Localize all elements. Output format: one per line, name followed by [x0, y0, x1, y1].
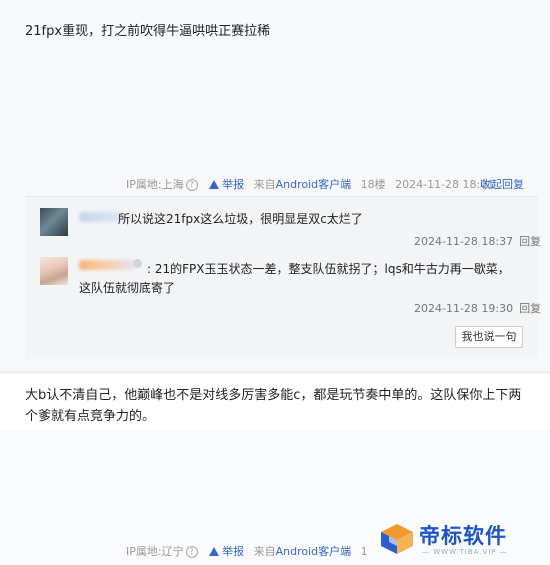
badge-icon — [133, 259, 142, 268]
help-icon[interactable]: ? — [185, 546, 198, 558]
reply-1-meta: 2024-11-28 18:37 回复 — [414, 233, 541, 249]
client-link[interactable]: Android客户端 — [276, 545, 352, 558]
avatar[interactable] — [40, 208, 68, 236]
ip-location: IP属地:上海 — [126, 178, 184, 191]
reply-button[interactable]: 回复 — [519, 235, 541, 248]
floor-number: 1 — [360, 545, 368, 558]
report-link[interactable]: 举报 — [209, 178, 244, 191]
divider — [0, 372, 550, 373]
reply-button[interactable]: 回复 — [519, 302, 541, 315]
reply-time: 2024-11-28 19:30 — [414, 302, 514, 315]
watermark-logo-icon — [381, 524, 413, 554]
say-something-button[interactable]: 我也说一句 — [455, 326, 523, 348]
post-1-meta: IP属地:上海? 举报 来自Android客户端 18楼 2024-11-28 … — [126, 176, 494, 192]
username-blurred[interactable] — [79, 212, 123, 222]
watermark-brand: 帝标软件 — [419, 524, 507, 548]
warning-icon — [209, 180, 220, 189]
post-1-text: 21fpx重现，打之前吹得牛逼哄哄正赛拉稀 — [25, 24, 271, 39]
warning-icon — [209, 547, 220, 556]
reply-box: 所以说这21fpx这么垃圾，很明显是双c太烂了 2024-11-28 18:37… — [25, 196, 541, 359]
reply-2-text-line2: 这队伍就彻底寄了 — [79, 281, 176, 295]
post-2-meta: IP属地:辽宁? 举报 来自Android客户端 1 — [126, 543, 368, 559]
help-icon[interactable]: ? — [185, 179, 198, 191]
reply-2-text-line1: : 21的FPX玉玉状态一差，整支队伍就拐了；lqs和牛古力再一歇菜， — [147, 262, 510, 276]
username-blurred[interactable] — [79, 260, 135, 270]
reply-time: 2024-11-28 18:37 — [414, 235, 514, 248]
report-link[interactable]: 举报 — [209, 545, 244, 558]
client-source: 来自Android客户端 — [253, 178, 352, 191]
post-2-text: 大b认不清自己，他巅峰也不是对线多厉害多能c，都是玩节奏中单的。这队保你上下两个… — [25, 388, 522, 424]
avatar[interactable] — [40, 257, 68, 285]
collapse-replies-link[interactable]: 收起回复 — [480, 176, 524, 192]
reply-2-meta: 2024-11-28 19:30 回复 — [414, 300, 541, 316]
watermark-url: — WWW.TIBA.VIP — — [422, 548, 508, 556]
client-link[interactable]: Android客户端 — [276, 178, 352, 191]
ip-location: IP属地:辽宁 — [126, 545, 184, 558]
client-source: 来自Android客户端 — [253, 545, 352, 558]
floor-number: 18楼 — [360, 178, 386, 191]
reply-1-text: 所以说这21fpx这么垃圾，很明显是双c太烂了 — [118, 212, 363, 226]
